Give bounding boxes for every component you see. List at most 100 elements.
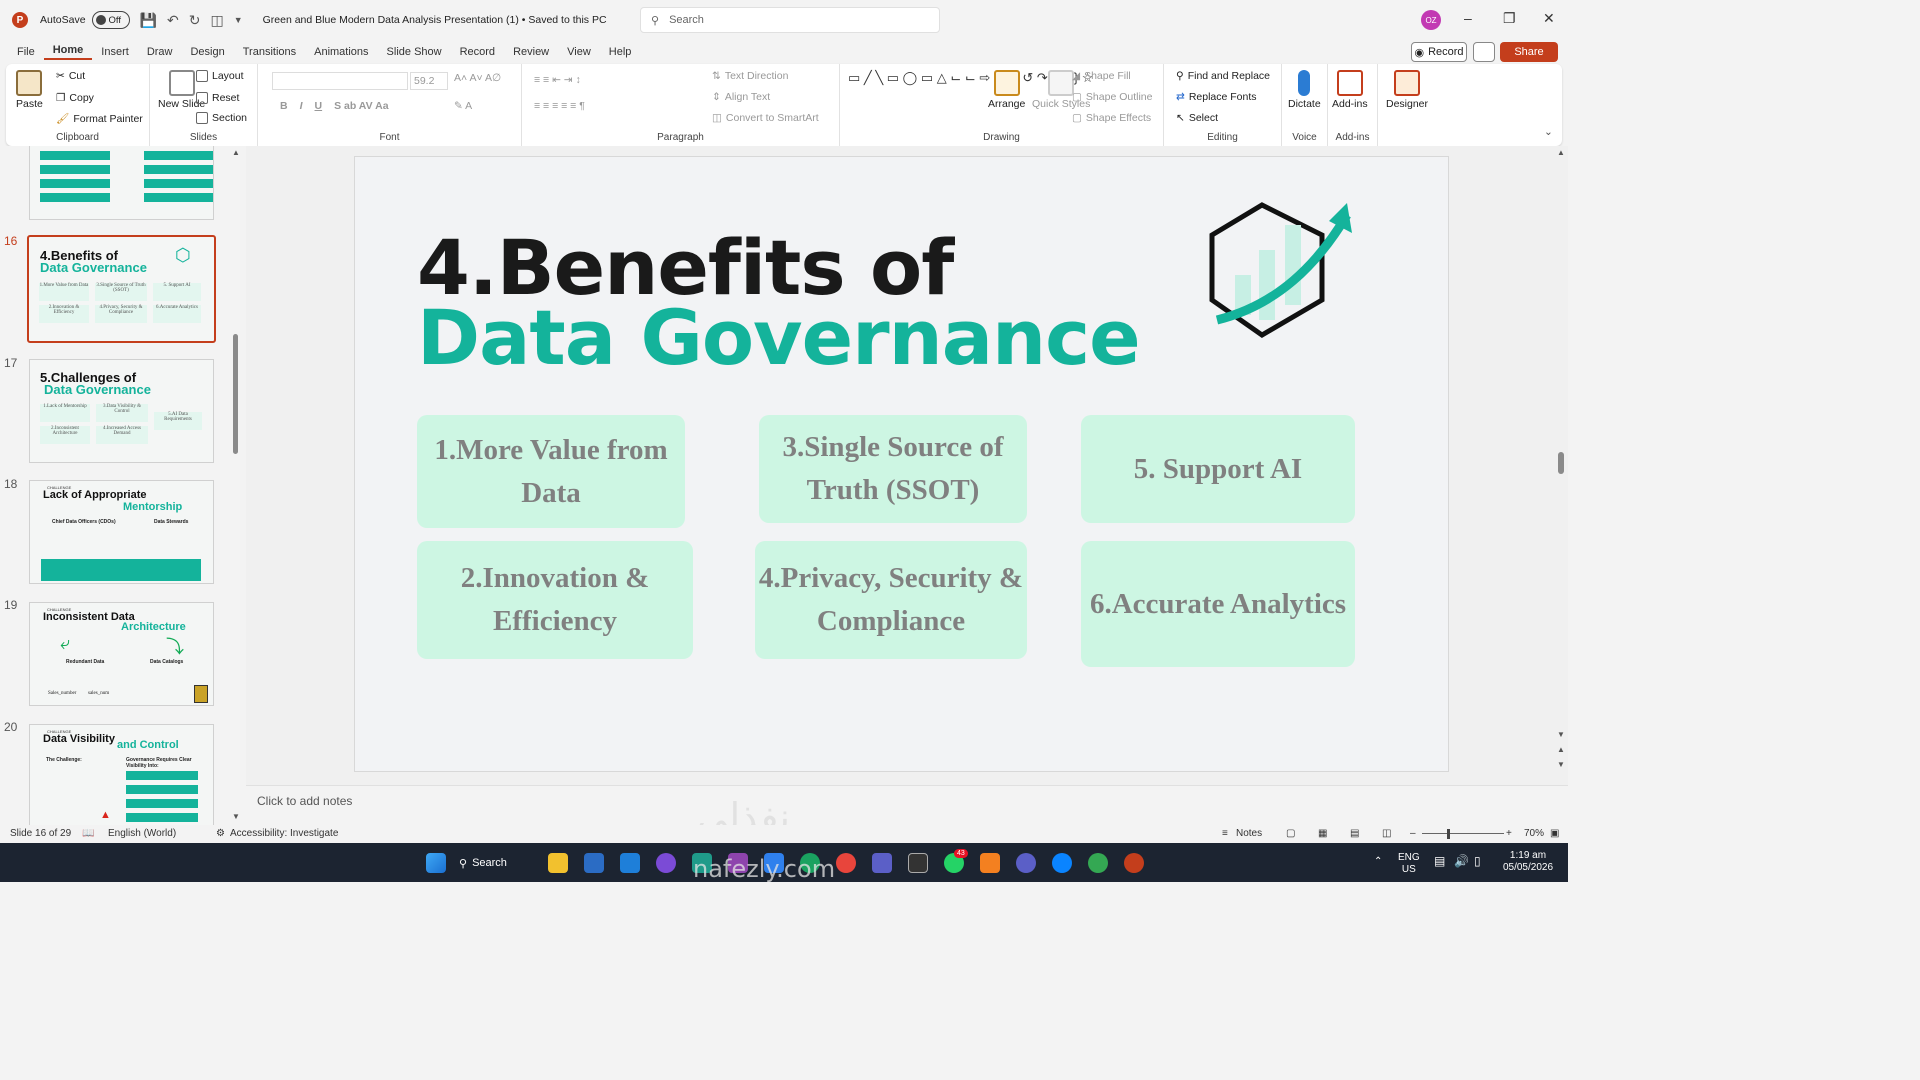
spelling-icon[interactable]: 📖	[82, 828, 94, 839]
addins-button[interactable]: Add-ins	[1332, 70, 1368, 110]
font-format-buttons[interactable]: B I U S ab AV Aa	[280, 100, 389, 112]
tray-overflow-icon[interactable]: ⌃	[1374, 856, 1382, 868]
canvas-scroll-up-icon[interactable]: ▲	[1557, 148, 1565, 157]
zoom-out-icon[interactable]: –	[1410, 828, 1416, 839]
zoom-slider[interactable]	[1422, 833, 1504, 834]
convert-smartart-button[interactable]: ◫ Convert to SmartArt	[712, 112, 819, 124]
cut-button[interactable]: ✂ Cut	[56, 70, 85, 82]
arrange-button[interactable]: Arrange	[988, 70, 1025, 110]
language-status[interactable]: English (World)	[108, 828, 176, 839]
align-text-button[interactable]: ⇕ Align Text	[712, 91, 770, 103]
redo-icon[interactable]: ↻	[189, 12, 201, 29]
zoom-in-icon[interactable]: +	[1506, 828, 1512, 839]
autosave-toggle[interactable]: Off	[91, 11, 130, 29]
highlight-icon[interactable]: ✎ A	[454, 100, 472, 112]
app-icon-cloud[interactable]	[980, 853, 1000, 873]
thumbnail-slide-17[interactable]: 5.Challenges of Data Governance 1.Lack o…	[29, 359, 214, 463]
comments-button[interactable]	[1473, 42, 1495, 62]
grow-font-icon[interactable]: A˄ A˅ A∅	[454, 72, 501, 84]
next-slide-icon[interactable]: ▼	[1557, 760, 1565, 769]
paste-button[interactable]: Paste	[16, 70, 43, 110]
slide-title-line2[interactable]: Data Governance	[417, 293, 1141, 382]
current-slide[interactable]: 4.Benefits of Data Governance 1.More Val…	[354, 156, 1449, 772]
tab-file[interactable]: File	[8, 46, 44, 58]
teams-icon[interactable]	[872, 853, 892, 873]
close-icon[interactable]: ✕	[1543, 10, 1555, 27]
network-icon[interactable]: ▤	[1434, 855, 1445, 867]
fit-slide-icon[interactable]: ▣	[1550, 828, 1559, 839]
tab-animations[interactable]: Animations	[305, 46, 377, 58]
collapse-ribbon-icon[interactable]: ⌄	[1544, 126, 1553, 138]
shape-outline-button[interactable]: ▢ Shape Outline	[1072, 91, 1152, 103]
tab-transitions[interactable]: Transitions	[234, 46, 305, 58]
tab-help[interactable]: Help	[600, 46, 641, 58]
app-icon-blue[interactable]	[584, 853, 604, 873]
tab-record[interactable]: Record	[451, 46, 504, 58]
zoom-slider-thumb[interactable]	[1447, 829, 1450, 839]
slideshow-view-icon[interactable]: ◫	[1382, 828, 1391, 839]
thumbnail-slide-19[interactable]: CHALLENGE Inconsistent Data Architecture…	[29, 602, 214, 706]
layout-button[interactable]: Layout	[196, 70, 244, 82]
language-indicator[interactable]: ENG US	[1398, 852, 1420, 876]
prev-slide-icon[interactable]: ▲	[1557, 745, 1565, 754]
chrome-icon[interactable]	[836, 853, 856, 873]
reset-button[interactable]: Reset	[196, 92, 239, 104]
minimize-icon[interactable]: –	[1464, 10, 1472, 26]
benefit-box-6[interactable]: 6.Accurate Analytics	[1081, 541, 1355, 667]
shape-effects-button[interactable]: ▢ Shape Effects	[1072, 112, 1151, 124]
text-direction-button[interactable]: ⇅ Text Direction	[712, 70, 788, 82]
customize-qat-icon[interactable]: ▼	[234, 15, 243, 25]
canvas-scrollbar[interactable]	[1558, 452, 1564, 474]
select-button[interactable]: ↖ Select	[1176, 112, 1218, 124]
notes-toggle-icon[interactable]: ≡	[1222, 828, 1228, 839]
format-painter-button[interactable]: 🖌 Format Painter	[56, 112, 143, 126]
battery-icon[interactable]: ▯	[1474, 855, 1481, 867]
tab-design[interactable]: Design	[181, 46, 233, 58]
tab-insert[interactable]: Insert	[92, 46, 138, 58]
notes-toggle[interactable]: Notes	[1236, 828, 1262, 839]
restore-icon[interactable]: ❐	[1503, 10, 1516, 27]
vscode-icon[interactable]	[620, 853, 640, 873]
windows-start-icon[interactable]	[426, 853, 446, 873]
notes-pane[interactable]: Click to add notes	[246, 785, 1568, 825]
designer-button[interactable]: Designer	[1386, 70, 1428, 110]
document-title[interactable]: Green and Blue Modern Data Analysis Pres…	[263, 14, 607, 26]
thumbnail-slide-15[interactable]	[29, 146, 214, 220]
replace-fonts-button[interactable]: ⇄ Replace Fonts	[1176, 91, 1257, 103]
powerpoint-taskbar-icon[interactable]	[1124, 853, 1144, 873]
shape-fill-button[interactable]: ◢ Shape Fill	[1072, 70, 1131, 82]
zoom-level[interactable]: 70%	[1524, 828, 1544, 839]
tab-home[interactable]: Home	[43, 44, 93, 60]
benefit-box-5[interactable]: 5. Support AI	[1081, 415, 1355, 523]
benefit-box-1[interactable]: 1.More Value from Data	[417, 415, 685, 528]
font-family-select[interactable]	[272, 72, 408, 90]
accessibility-status[interactable]: Accessibility: Investigate	[230, 828, 338, 839]
accessibility-icon[interactable]: ⚙	[216, 828, 225, 839]
scroll-up-icon[interactable]: ▲	[232, 148, 240, 157]
thumbnail-slide-20[interactable]: CHALLENGE Data Visibility and Control Th…	[29, 724, 214, 825]
dictate-button[interactable]: Dictate	[1288, 70, 1321, 110]
benefit-box-4[interactable]: 4.Privacy, Security & Compliance	[755, 541, 1027, 659]
app-icon-dark[interactable]	[908, 853, 928, 873]
tab-view[interactable]: View	[558, 46, 600, 58]
thumbnail-slide-18[interactable]: CHALLENGE Lack of Appropriate Mentorship…	[29, 480, 214, 584]
shapes-gallery[interactable]: ▭ ╱ ╲ ▭ ◯ ▭ △ ⌙ ⌙ ⇨ ⇩ ⤳ ↺ ↷ ↶ { } ☆	[848, 70, 1093, 128]
tab-review[interactable]: Review	[504, 46, 558, 58]
file-explorer-icon[interactable]	[548, 853, 568, 873]
align-buttons[interactable]: ≡ ≡ ≡ ≡ ≡ ¶	[534, 100, 585, 112]
app-icon-purple[interactable]	[656, 853, 676, 873]
present-icon[interactable]: ◫	[210, 12, 223, 29]
save-icon[interactable]: 💾	[140, 12, 157, 29]
font-size-select[interactable]: 59.2	[410, 72, 448, 90]
record-button[interactable]: ◉ Record	[1411, 42, 1467, 62]
user-avatar[interactable]: OZ	[1421, 10, 1441, 30]
search-input[interactable]: ⚲ Search	[640, 7, 940, 33]
benefit-box-3[interactable]: 3.Single Source of Truth (SSOT)	[759, 415, 1027, 523]
slide-sorter-icon[interactable]: ▦	[1318, 828, 1327, 839]
thumbnail-scrollbar[interactable]	[233, 334, 238, 454]
volume-icon[interactable]: 🔊	[1454, 855, 1469, 867]
browser-icon[interactable]	[1052, 853, 1072, 873]
teams-personal-icon[interactable]	[1016, 853, 1036, 873]
list-buttons[interactable]: ≡ ≡ ⇤ ⇥ ↕	[534, 74, 581, 86]
thumbnail-slide-16[interactable]: 4.Benefits of Data Governance ⬡ 1.More V…	[27, 235, 216, 343]
